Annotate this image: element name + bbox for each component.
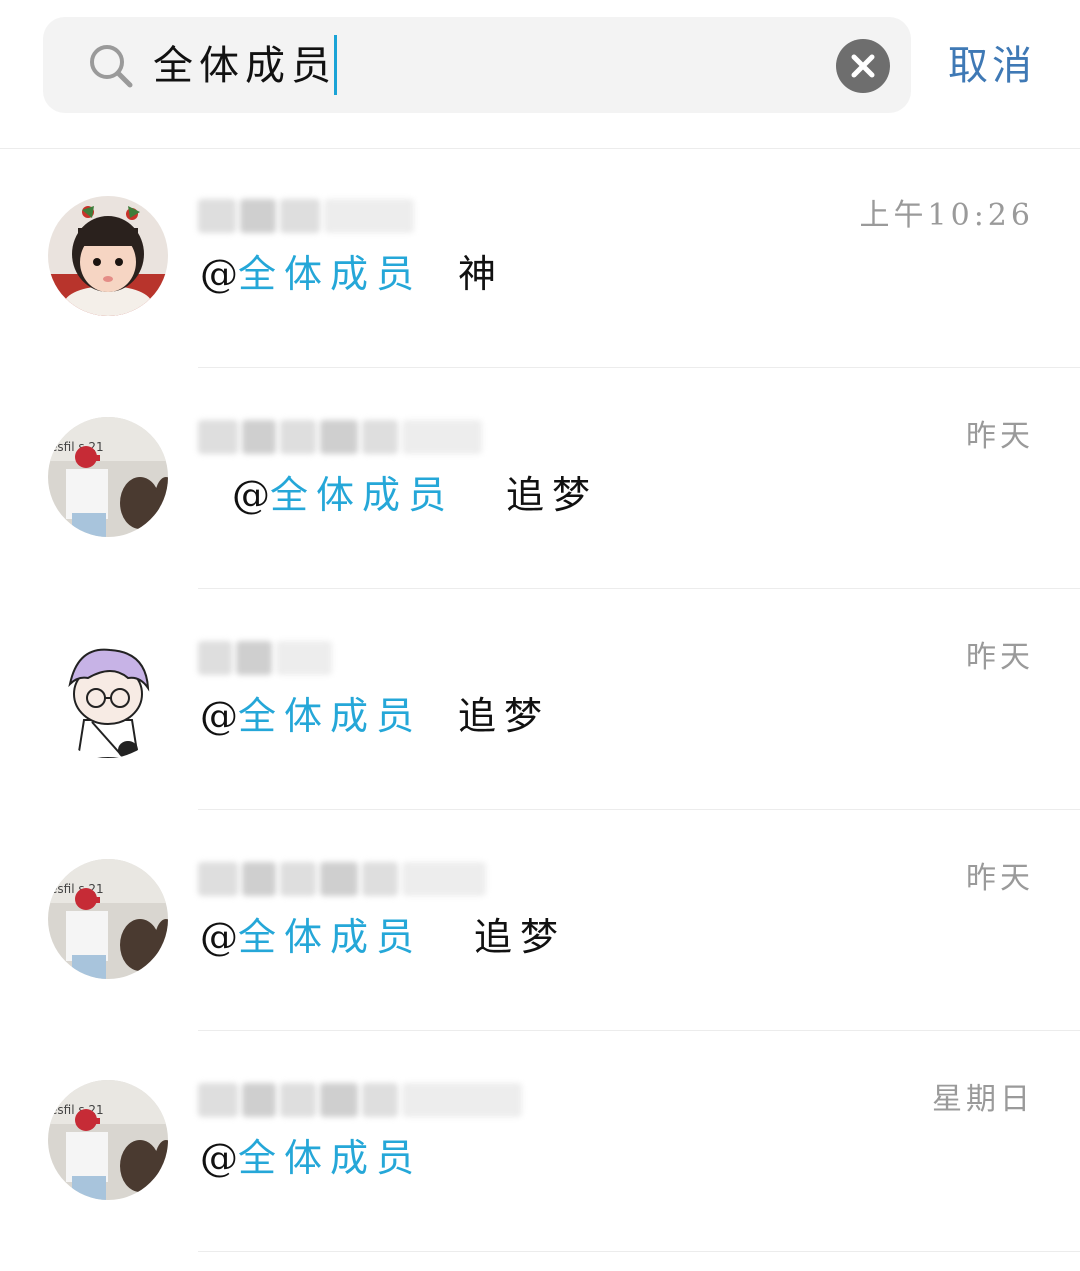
message-preview: @全体成员神 <box>200 244 504 304</box>
result-item[interactable]: esfil s.21 昨天 @全体成员 追梦 <box>0 369 1080 589</box>
message-preview: @全体成员 追梦 <box>200 686 550 746</box>
mention-keyword: 全体成员 <box>238 1136 423 1180</box>
search-icon <box>88 43 134 89</box>
avatar[interactable]: esfil s.21 <box>48 417 168 537</box>
sender-name <box>198 1082 522 1118</box>
sender-name <box>198 419 482 455</box>
message-preview: @全体成员 追梦 <box>200 907 566 967</box>
mention-keyword: 全体成员 <box>270 473 455 517</box>
avatar[interactable] <box>48 196 168 316</box>
mention-keyword: 全体成员 <box>238 694 423 738</box>
message-time: 昨天 <box>966 419 1034 454</box>
sender-name <box>198 861 486 897</box>
result-item[interactable]: esfil s.21 星期日 @全体成员 <box>0 1032 1080 1252</box>
cancel-button[interactable]: 取消 <box>948 38 1036 94</box>
divider <box>198 588 1080 589</box>
mention-at: @ <box>200 694 238 738</box>
avatar[interactable]: esfil s.21 <box>48 859 168 979</box>
clear-search-button[interactable] <box>836 39 890 93</box>
divider <box>198 1251 1080 1252</box>
divider <box>198 1030 1080 1031</box>
message-text: 神 <box>458 252 505 296</box>
mention-keyword: 全体成员 <box>238 915 423 959</box>
message-time: 昨天 <box>966 861 1034 896</box>
message-text: 追梦 <box>458 694 551 738</box>
message-time: 上午10:26 <box>859 198 1034 233</box>
message-text: 追梦 <box>474 915 567 959</box>
sender-name <box>198 198 414 234</box>
result-item[interactable]: esfil s.21 昨天 @全体成员 追梦 <box>0 811 1080 1031</box>
close-icon <box>851 54 875 78</box>
result-item[interactable]: 昨天 @全体成员 追梦 <box>0 590 1080 810</box>
divider <box>198 367 1080 368</box>
search-header: 全体成员 取消 <box>0 0 1080 149</box>
result-item[interactable]: 上午10:26 @全体成员神 <box>0 148 1080 368</box>
message-preview: @全体成员 追梦 <box>232 465 598 525</box>
message-time: 星期日 <box>932 1082 1034 1117</box>
mention-at: @ <box>200 1136 238 1180</box>
text-caret <box>334 35 337 95</box>
avatar[interactable]: esfil s.21 <box>48 1080 168 1200</box>
avatar[interactable] <box>48 638 168 758</box>
message-text: 追梦 <box>506 473 599 517</box>
search-input[interactable]: 全体成员 <box>153 38 337 94</box>
sender-name <box>198 640 332 676</box>
mention-at: @ <box>232 473 270 517</box>
mention-at: @ <box>200 915 238 959</box>
mention-keyword: 全体成员 <box>238 252 423 296</box>
search-results-screen: 全体成员 取消 上午10:26 @全体成员 神 esfil s.21 昨天 @全… <box>0 0 1080 1271</box>
divider <box>198 809 1080 810</box>
mention-at: @ <box>200 252 238 296</box>
message-time: 昨天 <box>966 640 1034 675</box>
message-preview: @全体成员 <box>200 1128 458 1188</box>
